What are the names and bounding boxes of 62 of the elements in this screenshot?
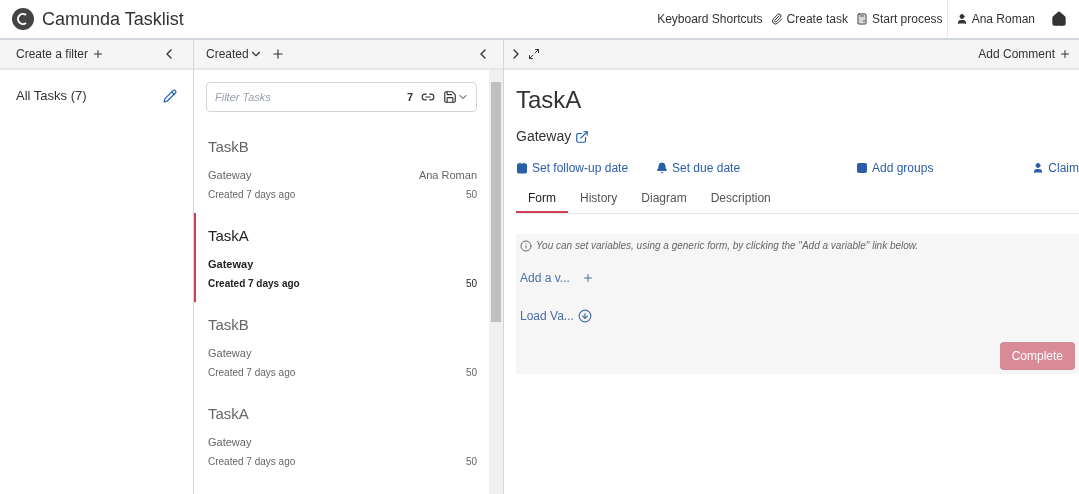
tab[interactable]: History [568, 189, 630, 213]
process-name: Gateway [208, 434, 252, 450]
info-icon [520, 239, 532, 252]
action-link[interactable]: Claim [1032, 159, 1079, 177]
created-date: Created 7 days ago [208, 188, 296, 202]
download-icon [577, 309, 592, 323]
process-name: Gateway [208, 256, 254, 272]
process-name: Gateway [208, 345, 252, 361]
plus-icon [92, 48, 105, 60]
app-title: Camunda Tasklist [42, 7, 184, 31]
add-variable-link[interactable]: Add a v... [520, 269, 1075, 287]
load-variables-link[interactable]: Load Va... [520, 307, 1075, 325]
priority-value: 50 [465, 277, 477, 291]
paperclip-icon [770, 13, 783, 25]
home-icon[interactable] [1051, 11, 1067, 27]
action-link[interactable]: Set follow-up date [516, 159, 656, 177]
task-title: TaskA [516, 85, 583, 115]
priority-value: 50 [465, 366, 477, 380]
sort-dropdown[interactable]: Created [206, 45, 263, 63]
task-name: TaskB [208, 315, 250, 335]
user-menu[interactable]: Ana Roman [946, 0, 1039, 38]
action-link[interactable]: Set due date [656, 159, 856, 177]
assignee-name: Ana Roman [418, 167, 477, 183]
task-card[interactable]: TaskB Gateway Created 7 days ago 50 [194, 302, 489, 391]
created-date: Created 7 days ago [208, 277, 300, 291]
created-date: Created 7 days ago [208, 366, 296, 380]
logo-icon [12, 8, 34, 30]
header-link[interactable]: Create task [766, 10, 852, 28]
bell-icon [656, 162, 668, 174]
task-card[interactable]: TaskA Gateway Created 7 days ago 50 [194, 391, 489, 480]
calendar-icon [516, 162, 528, 174]
plus-icon [1059, 48, 1071, 60]
task-count: 7 [406, 89, 413, 105]
add-sort-icon[interactable] [270, 47, 285, 61]
add-comment-link[interactable]: Add Comment [978, 45, 1075, 63]
user-icon [955, 13, 968, 25]
calculator-icon [855, 13, 868, 25]
plus-icon [581, 272, 594, 284]
edit-icon[interactable] [163, 88, 177, 103]
filter-item[interactable]: All Tasks (7) [0, 70, 193, 106]
hint-text: You can set variables, using a generic form, by clicking the "Add a variable" link below. [536, 239, 919, 253]
maximize-icon[interactable] [528, 48, 540, 60]
task-name: TaskB [208, 137, 250, 157]
header-link[interactable]: Start process [851, 10, 947, 28]
task-name: TaskA [208, 404, 250, 424]
process-name: Gateway [516, 127, 572, 146]
scrollbar[interactable] [489, 70, 503, 494]
save-icon[interactable] [443, 90, 457, 104]
external-link-icon[interactable] [575, 129, 590, 144]
task-name: TaskA [208, 226, 250, 246]
task-card[interactable]: TaskB Gateway Ana Roman Created 7 days ago 50 [194, 124, 489, 213]
action-link[interactable]: Add groups [856, 159, 1029, 177]
priority-value: 50 [465, 188, 477, 202]
priority-value: 50 [465, 455, 477, 469]
created-date: Created 7 days ago [208, 455, 296, 469]
header-link[interactable]: Keyboard Shortcuts [653, 10, 767, 28]
tab[interactable]: Form [516, 189, 568, 213]
link-icon[interactable] [421, 90, 435, 104]
tab[interactable]: Description [698, 189, 783, 213]
user-icon [1032, 162, 1045, 174]
tab[interactable]: Diagram [629, 189, 699, 213]
process-name: Gateway [208, 167, 252, 183]
